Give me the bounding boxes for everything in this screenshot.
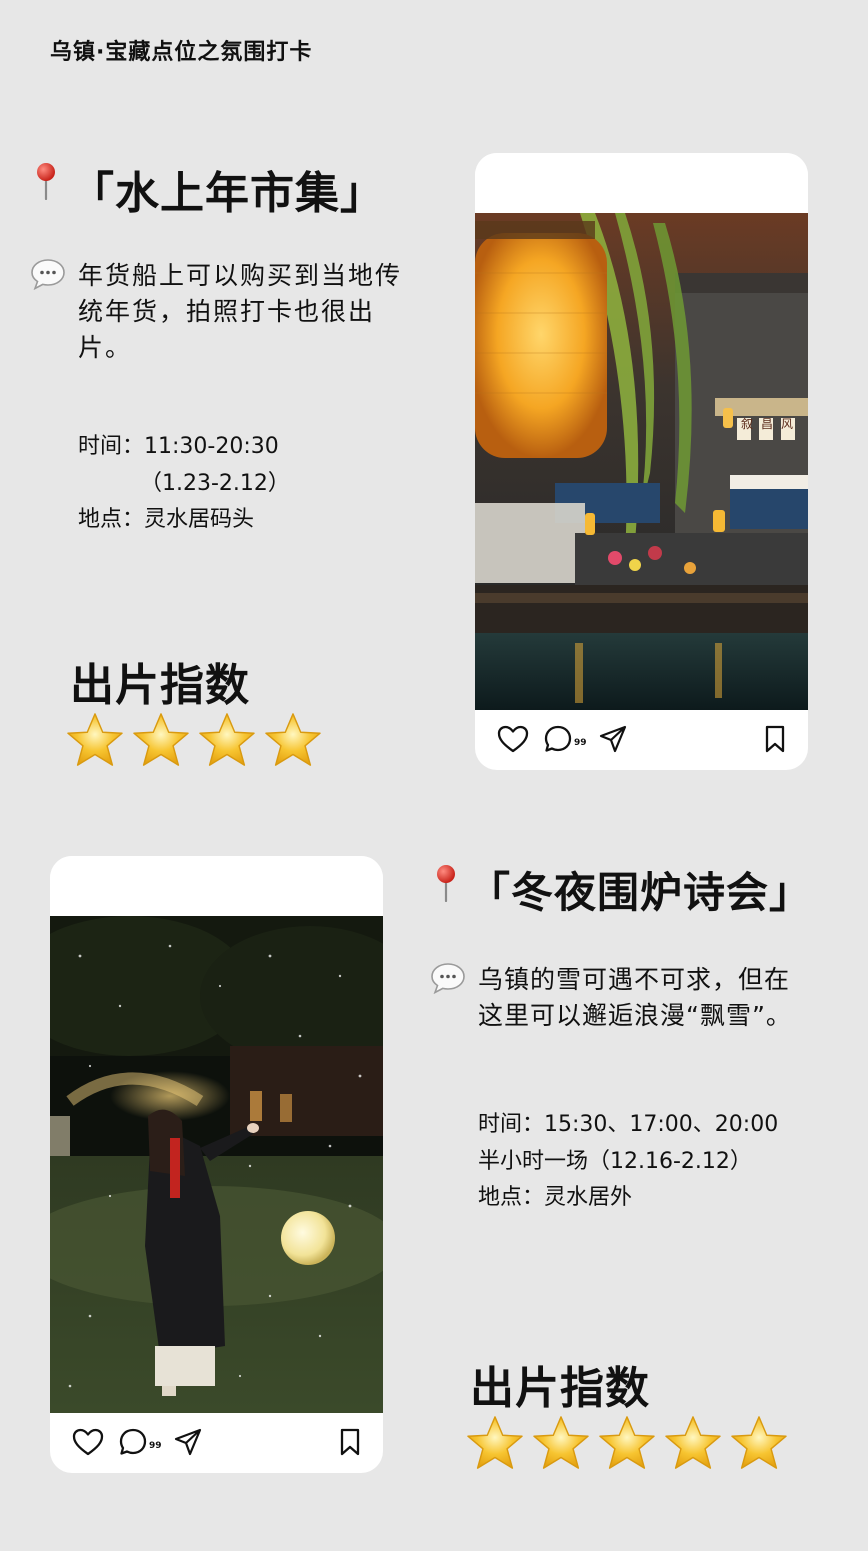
- star-icon: [598, 1415, 656, 1471]
- star-icon: [132, 712, 190, 768]
- star-icon: [532, 1415, 590, 1471]
- market-boats-illustration: [475, 213, 808, 710]
- info-dates: 半小时一场（12.16-2.12）: [478, 1148, 752, 1174]
- speech-bubble-icon: [30, 258, 66, 290]
- star-icon: [66, 712, 124, 768]
- pin-icon: [436, 864, 456, 902]
- spot-title: 「水上年市集」: [70, 168, 385, 219]
- info-location: 地点：灵水居码头: [78, 507, 255, 532]
- info-time: 时间：15:30、17:00、20:00: [478, 1112, 779, 1137]
- star-icon: [264, 712, 322, 768]
- rating-label: 出片指数: [470, 1363, 650, 1414]
- rating-stars: [466, 1415, 788, 1471]
- spot-title: 「冬夜围炉诗会」: [468, 868, 813, 917]
- photo-signs: 叙 昌 风: [741, 417, 794, 431]
- star-icon: [664, 1415, 722, 1471]
- send-icon[interactable]: [173, 1427, 203, 1457]
- snow-night-illustration: [50, 916, 383, 1413]
- comment-count-badge: 99: [574, 738, 587, 748]
- star-icon: [730, 1415, 788, 1471]
- send-icon[interactable]: [598, 724, 628, 754]
- spot-info: 时间：11:30-20:30 （1.23-2.12） 地点：灵水居码头: [78, 429, 290, 539]
- info-location: 地点：灵水居外: [478, 1185, 633, 1210]
- social-post-card: 99: [50, 856, 383, 1473]
- star-icon: [198, 712, 256, 768]
- pin-icon: [36, 162, 56, 200]
- star-icon: [466, 1415, 524, 1471]
- bookmark-icon[interactable]: [763, 724, 787, 754]
- comment-icon[interactable]: [118, 1427, 148, 1457]
- info-time: 时间：11:30-20:30: [78, 434, 279, 459]
- page-title: 乌镇·宝藏点位之氛围打卡: [50, 40, 313, 65]
- comment-count-badge: 99: [149, 1441, 162, 1451]
- social-post-card: 叙 昌 风 99: [475, 153, 808, 770]
- comment-icon[interactable]: [543, 724, 573, 754]
- heart-icon[interactable]: [497, 724, 529, 754]
- heart-icon[interactable]: [72, 1427, 104, 1457]
- post-header: [50, 856, 383, 916]
- speech-bubble-icon: [430, 962, 466, 994]
- post-header: [475, 153, 808, 213]
- spot-description: 乌镇的雪可遇不可求，但在 这里可以邂逅浪漫“飘雪”。: [478, 965, 792, 1030]
- post-photo-snow-night[interactable]: [50, 916, 383, 1413]
- info-dates: （1.23-2.12）: [140, 470, 290, 496]
- rating-label: 出片指数: [70, 660, 250, 711]
- spot-info: 时间：15:30、17:00、20:00 半小时一场（12.16-2.12） 地…: [478, 1107, 778, 1217]
- post-action-bar: 99: [475, 710, 808, 770]
- spot-description: 年货船上可以购买到当地传 统年货，拍照打卡也很出 片。: [78, 261, 403, 362]
- post-action-bar: 99: [50, 1413, 383, 1473]
- post-photo-market-boats[interactable]: 叙 昌 风: [475, 213, 808, 710]
- rating-stars: [66, 712, 322, 768]
- bookmark-icon[interactable]: [338, 1427, 362, 1457]
